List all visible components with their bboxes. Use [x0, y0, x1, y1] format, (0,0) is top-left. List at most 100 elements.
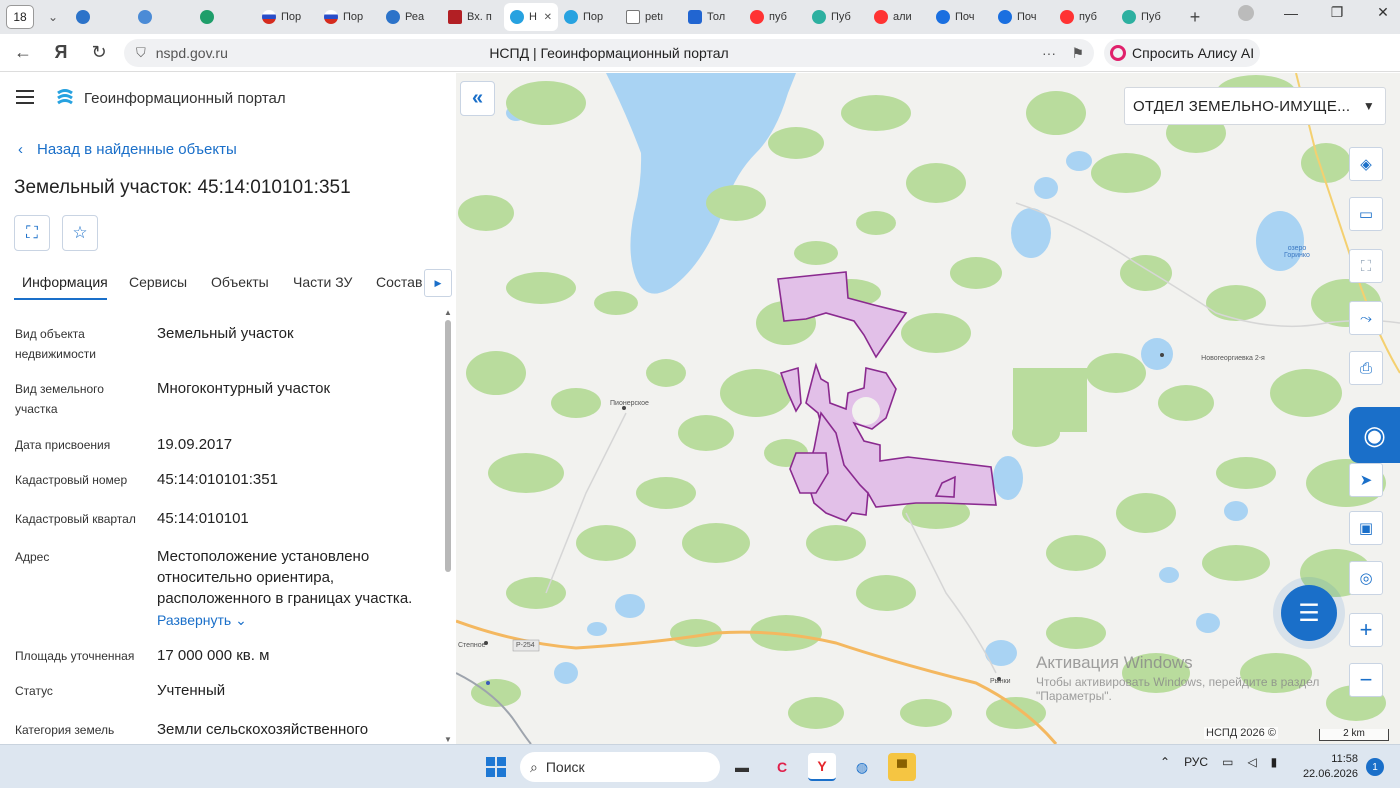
language-indicator[interactable]: РУС	[1184, 755, 1208, 769]
browser-tab[interactable]: Поч	[930, 3, 992, 31]
navigate-button[interactable]: ➤	[1349, 463, 1383, 497]
browser-tab[interactable]: Поч	[992, 3, 1054, 31]
task-view-icon[interactable]: ▬	[728, 753, 756, 781]
zoom-in-button[interactable]: +	[1349, 613, 1383, 647]
browser-c-icon[interactable]: C	[768, 753, 796, 781]
nspd-icon	[510, 10, 524, 24]
navigation-arrow-icon: ➤	[1359, 472, 1373, 489]
flag-icon	[262, 10, 276, 24]
browser-tab[interactable]	[194, 3, 256, 31]
chat-button[interactable]: ☰	[1281, 585, 1337, 641]
bookmark-icon[interactable]: ⚑	[1071, 45, 1084, 62]
tab-composition[interactable]: Состав	[376, 274, 422, 290]
watermark-title: Активация Windows	[1036, 653, 1193, 672]
profile-icon[interactable]	[1238, 4, 1254, 21]
chevron-up-icon[interactable]: ⌃	[1160, 755, 1170, 769]
browser-tab[interactable]: Реа	[380, 3, 442, 31]
network-icon[interactable]: ▭	[1222, 755, 1233, 769]
tabs-scroll-right-button[interactable]: ▶	[424, 269, 452, 297]
clock-date: 22.06.2026	[1302, 768, 1358, 780]
tab-information[interactable]: Информация	[22, 274, 108, 290]
alice-button[interactable]: Спросить Алису AI	[1104, 39, 1260, 67]
browser-tab[interactable]: пуб	[1054, 3, 1116, 31]
star-icon	[812, 10, 826, 24]
notification-badge[interactable]: 1	[1366, 758, 1384, 776]
print-button[interactable]: ⎙	[1349, 351, 1383, 385]
field-value: Учтенный	[157, 682, 226, 699]
caret-right-icon: ▶	[434, 277, 442, 288]
tab-parts[interactable]: Части ЗУ	[293, 274, 352, 290]
expand-link[interactable]: Развернуть ⌄	[157, 612, 247, 629]
settlement-marker	[1160, 353, 1164, 357]
geolocation-button[interactable]: ◎	[1349, 561, 1383, 595]
browser-tab[interactable]: али	[868, 3, 930, 31]
new-tab-button[interactable]: +	[1182, 4, 1208, 30]
browser-tab[interactable]: Пуб	[1116, 3, 1178, 31]
map-view[interactable]: озеро Горинко Новогеоргиевка 2-я Пионерс…	[456, 73, 1400, 744]
yandex-browser-icon[interactable]: Y	[808, 753, 836, 781]
cadastral-parcel[interactable]	[777, 271, 997, 522]
browser-tab-active[interactable]: Н ✕	[504, 3, 558, 31]
minimize-icon[interactable]: —	[1282, 5, 1300, 21]
close-window-icon[interactable]: ✕	[1374, 4, 1392, 21]
taskbar-clock[interactable]: 11:58 22.06.2026	[1300, 752, 1358, 782]
star-icon: ☆	[72, 223, 88, 242]
hamburger-menu-icon[interactable]	[16, 90, 34, 104]
close-icon[interactable]: ✕	[544, 12, 552, 23]
windows-start-icon[interactable]	[486, 757, 506, 777]
collapse-panel-button[interactable]: «	[460, 81, 495, 116]
back-arrow-icon[interactable]: ←	[8, 38, 38, 68]
favorite-button[interactable]: ☆	[62, 215, 98, 251]
locate-object-button[interactable]: ⛶	[14, 215, 50, 251]
field-label: Статус	[15, 684, 53, 698]
rosreestr-button[interactable]: ◉	[1349, 407, 1400, 463]
browser-tab[interactable]: Пор	[256, 3, 318, 31]
file-explorer-icon[interactable]: ▀	[888, 753, 916, 781]
search-icon: ⌕	[530, 758, 538, 775]
browser-tab[interactable]	[70, 3, 132, 31]
tab-count-badge[interactable]: 18	[6, 5, 34, 29]
browser-tab[interactable]: petı	[620, 3, 682, 31]
browser-tab[interactable]: Пор	[558, 3, 620, 31]
tab-label: Пор	[281, 11, 302, 23]
share-button[interactable]: ⤳	[1349, 301, 1383, 335]
minimap-button[interactable]: ▣	[1349, 511, 1383, 545]
measure-button[interactable]: ▭	[1349, 197, 1383, 231]
select-area-button[interactable]: ⛶	[1349, 249, 1383, 283]
browser-tab[interactable]: Пуб	[806, 3, 868, 31]
panel-scrollbar[interactable]: ▲ ▼	[443, 308, 454, 744]
flag-icon	[324, 10, 338, 24]
chevron-down-icon[interactable]: ⌄	[40, 5, 66, 29]
map-canvas[interactable]	[456, 73, 1400, 744]
department-select[interactable]: ОТДЕЛ ЗЕМЕЛЬНО-ИМУЩЕ... ▼	[1124, 87, 1386, 125]
layers-button[interactable]: ◈	[1349, 147, 1383, 181]
yandex-icon	[874, 10, 888, 24]
browser-tab[interactable]: Вх. п	[442, 3, 504, 31]
yandex-home-icon[interactable]: Я	[46, 38, 76, 68]
scroll-up-icon[interactable]: ▲	[444, 308, 452, 317]
taskbar-search[interactable]: ⌕ Поиск	[520, 752, 720, 782]
tab-label: пуб	[1079, 11, 1097, 23]
portal-logo-icon	[57, 89, 73, 105]
battery-icon[interactable]: ▮	[1271, 755, 1278, 769]
browser-tab[interactable]: Тол	[682, 3, 744, 31]
browser-tab[interactable]: пуб	[744, 3, 806, 31]
restore-icon[interactable]: ❐	[1328, 4, 1346, 21]
reload-icon[interactable]: ↻	[84, 38, 114, 68]
tab-objects[interactable]: Объекты	[211, 274, 269, 290]
scrollbar-thumb[interactable]	[445, 320, 451, 572]
portal-title: Геоинформационный портал	[84, 90, 286, 107]
search-placeholder: Поиск	[545, 759, 585, 775]
url-field[interactable]: ⛉ nspd.gov.ru НСПД | Геоинформационный п…	[124, 39, 1094, 67]
page-title: НСПД | Геоинформационный портал	[489, 45, 729, 61]
zoom-out-button[interactable]: −	[1349, 663, 1383, 697]
alice-label: Спросить Алису AI	[1132, 45, 1255, 61]
tab-services[interactable]: Сервисы	[129, 274, 187, 290]
browser-tab[interactable]	[132, 3, 194, 31]
browser-tab[interactable]: Пор	[318, 3, 380, 31]
more-icon[interactable]: ···	[1042, 45, 1056, 61]
back-link[interactable]: ‹ Назад в найденные объекты	[18, 141, 237, 158]
volume-icon[interactable]: ◁	[1247, 755, 1256, 769]
edge-icon[interactable]: ◍	[848, 753, 876, 781]
scroll-down-icon[interactable]: ▼	[444, 735, 452, 744]
